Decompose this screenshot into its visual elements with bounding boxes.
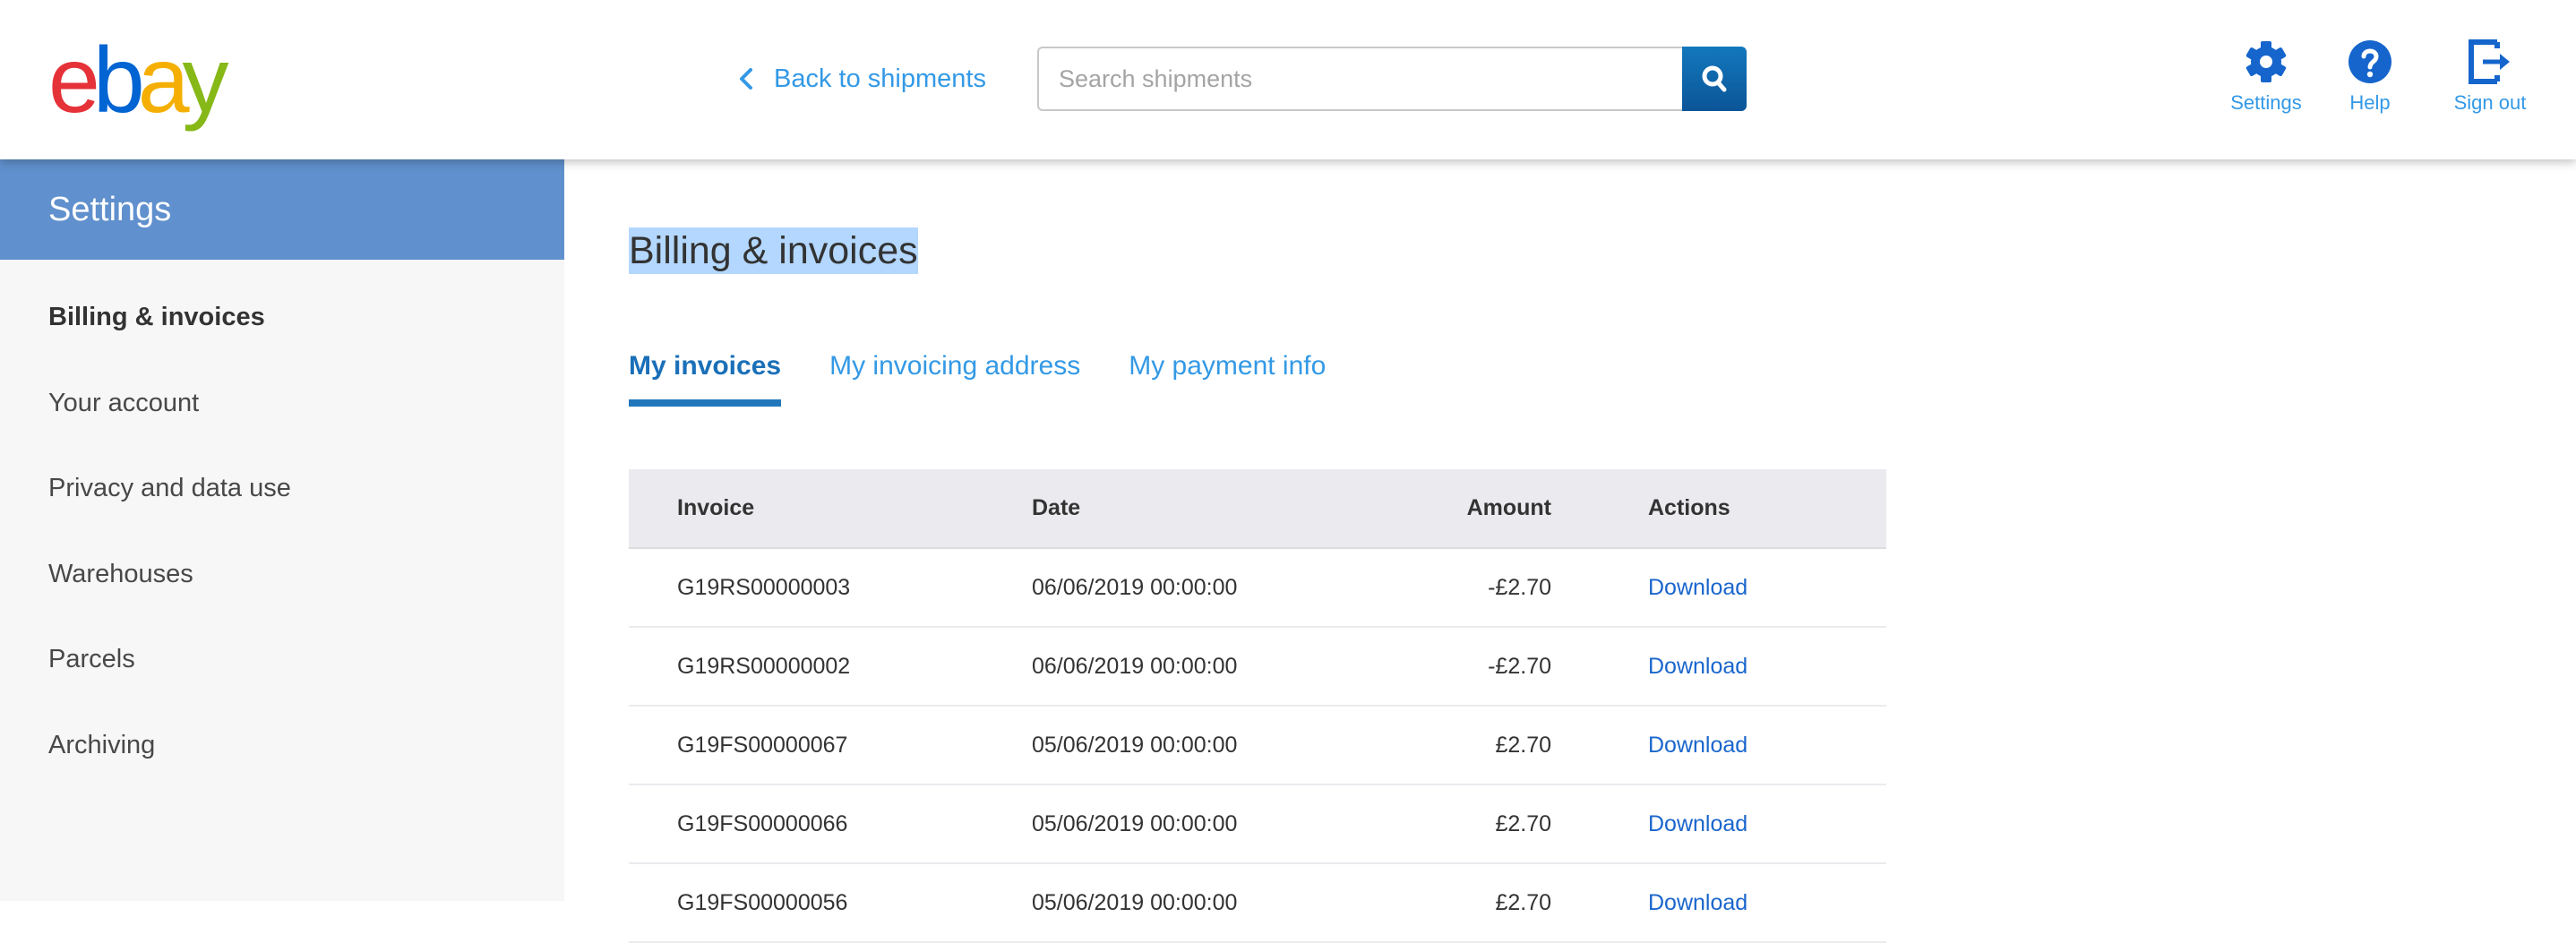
- tab-my-invoicing-address[interactable]: My invoicing address: [829, 351, 1080, 407]
- sidebar-item-privacy[interactable]: Privacy and data use: [0, 446, 564, 532]
- tab-my-invoices[interactable]: My invoices: [629, 351, 782, 407]
- invoices-table: Invoice Date Amount Actions G19RS0000000…: [629, 469, 1886, 943]
- main-content: Billing & invoices My invoices My invoic…: [564, 159, 2576, 942]
- invoice-number: G19FS00000066: [677, 810, 848, 836]
- invoice-date: 05/06/2019 00:00:00: [1032, 732, 1238, 758]
- search-icon: [1702, 65, 1727, 92]
- invoice-amount: £2.70: [1495, 732, 1551, 758]
- back-to-shipments-label: Back to shipments: [774, 64, 986, 93]
- search-button[interactable]: [1682, 47, 1747, 111]
- sidebar-title: Settings: [0, 159, 564, 260]
- tab-my-payment-info[interactable]: My payment info: [1129, 351, 1326, 407]
- ebay-logo[interactable]: ebay: [48, 29, 229, 133]
- invoice-number: G19RS00000002: [677, 653, 851, 679]
- invoice-tabs: My invoices My invoicing address My paym…: [629, 351, 1374, 407]
- search-input[interactable]: [1037, 47, 1682, 111]
- invoice-date: 05/06/2019 00:00:00: [1032, 889, 1238, 915]
- search-bar: [1037, 47, 1747, 111]
- table-row: G19FS00000067 05/06/2019 00:00:00 £2.70 …: [629, 706, 1886, 784]
- invoice-amount: £2.70: [1495, 889, 1551, 915]
- table-row: G19RS00000002 06/06/2019 00:00:00 -£2.70…: [629, 627, 1886, 706]
- table-row: G19FS00000066 05/06/2019 00:00:00 £2.70 …: [629, 784, 1886, 863]
- download-link[interactable]: Download: [1648, 654, 1747, 679]
- settings-sidebar: Settings Billing & invoices Your account…: [0, 159, 564, 901]
- help-nav-button[interactable]: Help: [2339, 39, 2401, 115]
- sidebar-item-parcels[interactable]: Parcels: [0, 617, 564, 703]
- logo-letter-b: b: [92, 29, 145, 133]
- page-title: Billing & invoices: [629, 227, 918, 274]
- sidebar-item-your-account[interactable]: Your account: [0, 361, 564, 447]
- download-link[interactable]: Download: [1648, 890, 1747, 915]
- column-header-amount[interactable]: Amount: [1387, 469, 1551, 548]
- sign-out-nav-label: Sign out: [2453, 91, 2527, 114]
- column-header-date[interactable]: Date: [1032, 469, 1387, 548]
- download-link[interactable]: Download: [1648, 575, 1747, 600]
- top-header: ebay Back to shipments Search shipments …: [0, 0, 2576, 159]
- settings-nav-button[interactable]: Settings: [2221, 39, 2311, 115]
- invoice-number: G19FS00000067: [677, 732, 848, 758]
- invoice-number: G19FS00000056: [677, 889, 848, 915]
- table-row: G19RS00000003 06/06/2019 00:00:00 -£2.70…: [629, 548, 1886, 627]
- column-header-actions: Actions: [1648, 495, 1730, 520]
- help-nav-label: Help: [2349, 91, 2391, 114]
- sidebar-item-billing-invoices[interactable]: Billing & invoices: [0, 275, 564, 361]
- download-link[interactable]: Download: [1648, 811, 1747, 836]
- download-link[interactable]: Download: [1648, 733, 1747, 758]
- back-to-shipments-link[interactable]: Back to shipments: [734, 57, 986, 100]
- invoice-date: 06/06/2019 00:00:00: [1032, 574, 1238, 600]
- invoice-date: 05/06/2019 00:00:00: [1032, 810, 1238, 836]
- logo-letter-a: a: [137, 29, 190, 133]
- invoice-number: G19RS00000003: [677, 574, 851, 600]
- sidebar-item-warehouses[interactable]: Warehouses: [0, 532, 564, 618]
- logo-letter-y: y: [182, 29, 229, 133]
- table-row: G19FS00000056 05/06/2019 00:00:00 £2.70 …: [629, 863, 1886, 942]
- settings-nav-label: Settings: [2230, 91, 2302, 114]
- help-circle-icon: [2348, 40, 2391, 83]
- sign-out-nav-button[interactable]: Sign out: [2445, 39, 2535, 115]
- invoice-amount: £2.70: [1495, 810, 1551, 836]
- invoice-date: 06/06/2019 00:00:00: [1032, 653, 1238, 679]
- chevron-left-icon: [740, 68, 752, 90]
- sign-out-icon: [2469, 39, 2510, 84]
- table-header-row: Invoice Date Amount Actions: [629, 469, 1886, 548]
- column-header-invoice[interactable]: Invoice: [629, 469, 1032, 548]
- sidebar-item-archiving[interactable]: Archiving: [0, 703, 564, 789]
- logo-letter-e: e: [48, 29, 100, 133]
- invoice-amount: -£2.70: [1488, 653, 1551, 679]
- sidebar-menu: Billing & invoices Your account Privacy …: [0, 260, 564, 788]
- gear-icon: [2245, 41, 2287, 82]
- invoice-amount: -£2.70: [1488, 574, 1551, 600]
